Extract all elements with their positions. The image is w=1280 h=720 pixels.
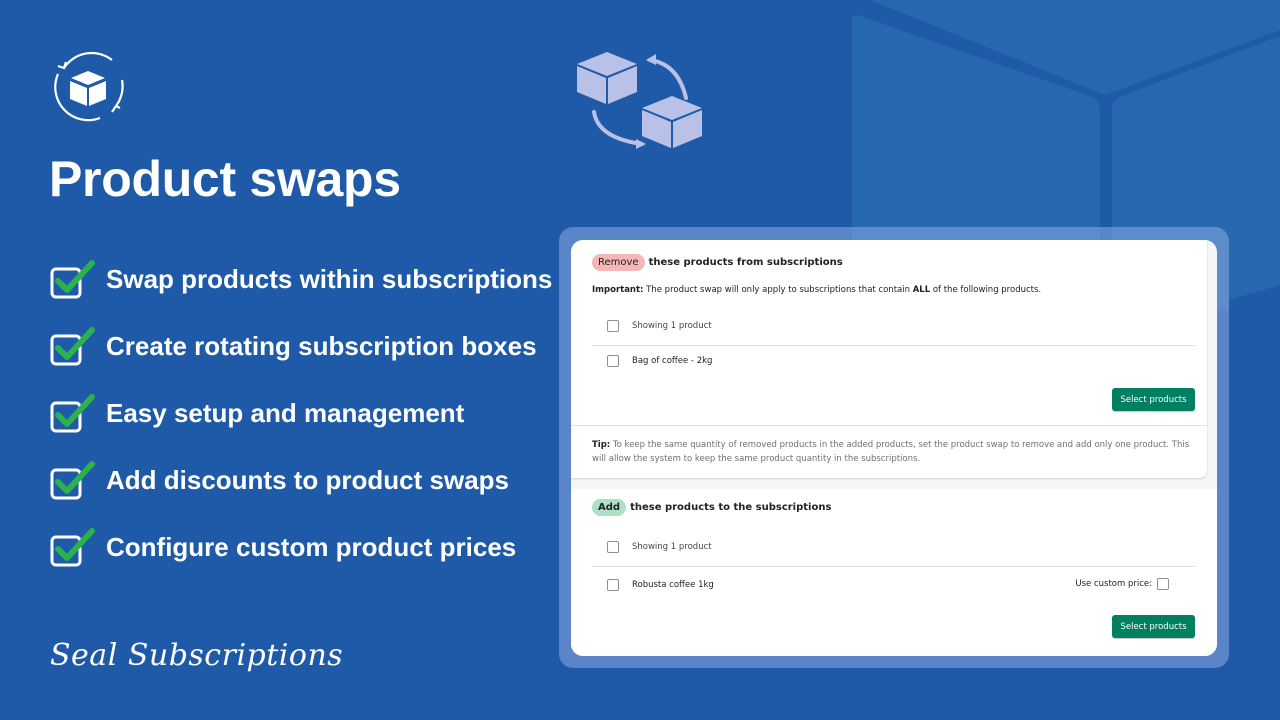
add-heading: Add these products to the subscriptions (592, 499, 831, 516)
feature-text: Add discounts to product swaps (106, 465, 510, 495)
feature-item: Swap products within subscriptions (50, 246, 552, 313)
feature-item: Easy setup and management (50, 380, 552, 447)
select-all-checkbox[interactable] (607, 320, 619, 332)
page-title: Product swaps (49, 151, 401, 207)
checkbox-checked-icon (50, 393, 98, 435)
feature-item: Create rotating subscription boxes (50, 313, 552, 380)
remove-heading-text: these products from subscriptions (648, 257, 843, 268)
tip-note: Tip: To keep the same quantity of remove… (592, 438, 1192, 466)
divider (571, 425, 1207, 426)
remove-badge: Remove (592, 254, 645, 271)
select-all-row: Showing 1 product (571, 308, 1196, 344)
tip-label: Tip: (592, 440, 611, 450)
select-products-button[interactable]: Select products (1112, 388, 1195, 411)
important-bold: ALL (912, 285, 931, 295)
checkbox-checked-icon (50, 259, 98, 301)
feature-list: Swap products within subscriptions Creat… (50, 246, 552, 581)
custom-price-checkbox[interactable] (1157, 578, 1169, 590)
product-swap-panel: Remove these products from subscriptions… (571, 240, 1217, 656)
checkbox-checked-icon (50, 460, 98, 502)
important-text-end: of the following products. (932, 285, 1042, 295)
remove-heading: Remove these products from subscriptions (592, 254, 843, 271)
checkbox-checked-icon (50, 527, 98, 569)
product-row: Bag of coffee - 2kg (571, 343, 1196, 379)
remove-products-card: Remove these products from subscriptions… (571, 240, 1207, 478)
rotating-box-icon (54, 51, 124, 122)
product-name: Robusta coffee 1kg (632, 580, 714, 590)
checkbox-checked-icon (50, 326, 98, 368)
product-checkbox[interactable] (607, 355, 619, 367)
important-text: The product swap will only apply to subs… (646, 285, 910, 295)
custom-price-label: Use custom price: (1075, 579, 1152, 589)
showing-count: Showing 1 product (632, 542, 712, 552)
select-all-row: Showing 1 product (571, 529, 1196, 565)
add-products-card: Add these products to the subscriptions … (571, 489, 1217, 656)
feature-text: Create rotating subscription boxes (106, 331, 537, 361)
box-swap-icon (577, 52, 702, 149)
add-heading-text: these products to the subscriptions (630, 502, 832, 513)
feature-text: Configure custom product prices (106, 532, 517, 562)
brand-signature: Seal Subscriptions (50, 638, 344, 673)
select-all-checkbox[interactable] (607, 541, 619, 553)
feature-item: Configure custom product prices (50, 514, 552, 581)
important-note: Important: The product swap will only ap… (592, 285, 1041, 295)
select-products-button[interactable]: Select products (1112, 615, 1195, 638)
add-badge: Add (592, 499, 627, 516)
tip-text: To keep the same quantity of removed pro… (592, 440, 1190, 464)
important-label: Important: (592, 285, 644, 295)
feature-item: Add discounts to product swaps (50, 447, 552, 514)
feature-text: Easy setup and management (106, 398, 465, 428)
custom-price-control: Use custom price: (1075, 578, 1169, 590)
product-checkbox[interactable] (607, 579, 619, 591)
feature-text: Swap products within subscriptions (106, 264, 553, 294)
showing-count: Showing 1 product (632, 321, 712, 331)
product-name: Bag of coffee - 2kg (632, 356, 713, 366)
